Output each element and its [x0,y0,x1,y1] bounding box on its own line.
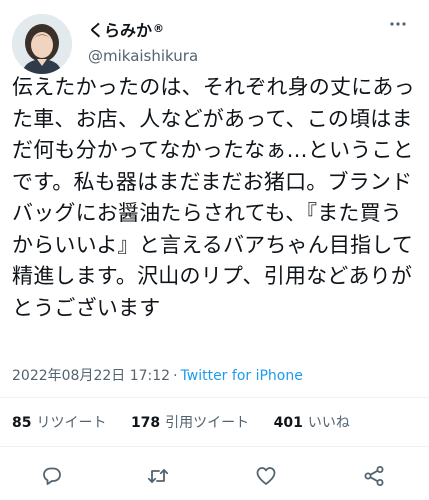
heart-icon [256,467,276,485]
meta-separator: · [173,368,178,384]
display-name-text[interactable]: くらみか [88,21,152,40]
tweet-card: くらみか® @mikaishikura 伝えたかったのは、それぞれ身の丈にあった… [0,0,429,500]
tweet-meta: 2022年08月22日 17:12 · Twitter for iPhone [12,365,303,385]
likes-count: 401 [273,415,303,431]
quotes-label: 引用ツイート [165,415,250,431]
user-handle[interactable]: @mikaishikura [88,45,198,67]
share-button[interactable] [362,464,386,488]
reply-bubble-icon [43,467,61,485]
more-options-button[interactable] [388,14,408,34]
display-name[interactable]: くらみか® [88,18,198,42]
tweet-stats: 85 リツイート 178 引用ツイート 401 いいね [12,412,370,432]
more-dots-icon [390,22,406,26]
tweet-text: 伝えたかったのは、それぞれ身の丈にあった車、お店、人などがあって、この頃はまだ何… [12,75,415,320]
likes-label: いいね [307,415,350,431]
tweet-timestamp[interactable]: 2022年08月22日 17:12 [12,368,170,384]
tweet-source-link[interactable]: Twitter for iPhone [181,368,303,384]
likes-stat[interactable]: 401 いいね [274,415,350,431]
like-button[interactable] [254,464,278,488]
divider-top [0,397,429,398]
retweets-count: 85 [12,415,32,431]
retweets-label: リツイート [36,415,107,431]
quotes-count: 178 [130,415,161,431]
quotes-stat[interactable]: 178 引用ツイート [131,415,249,431]
avatar[interactable] [12,14,72,74]
share-nodes-icon [364,466,384,486]
retweets-stat[interactable]: 85 リツイート [12,415,106,431]
retweet-button[interactable] [146,464,170,488]
user-names: くらみか® @mikaishikura [88,18,198,67]
registered-mark: ® [153,22,165,35]
avatar-photo [12,14,72,74]
divider-bottom [0,446,429,447]
action-bar [0,456,429,496]
reply-button[interactable] [40,464,64,488]
tweet-header: くらみか® @mikaishikura [12,10,412,74]
retweet-arrows-icon [147,469,169,483]
